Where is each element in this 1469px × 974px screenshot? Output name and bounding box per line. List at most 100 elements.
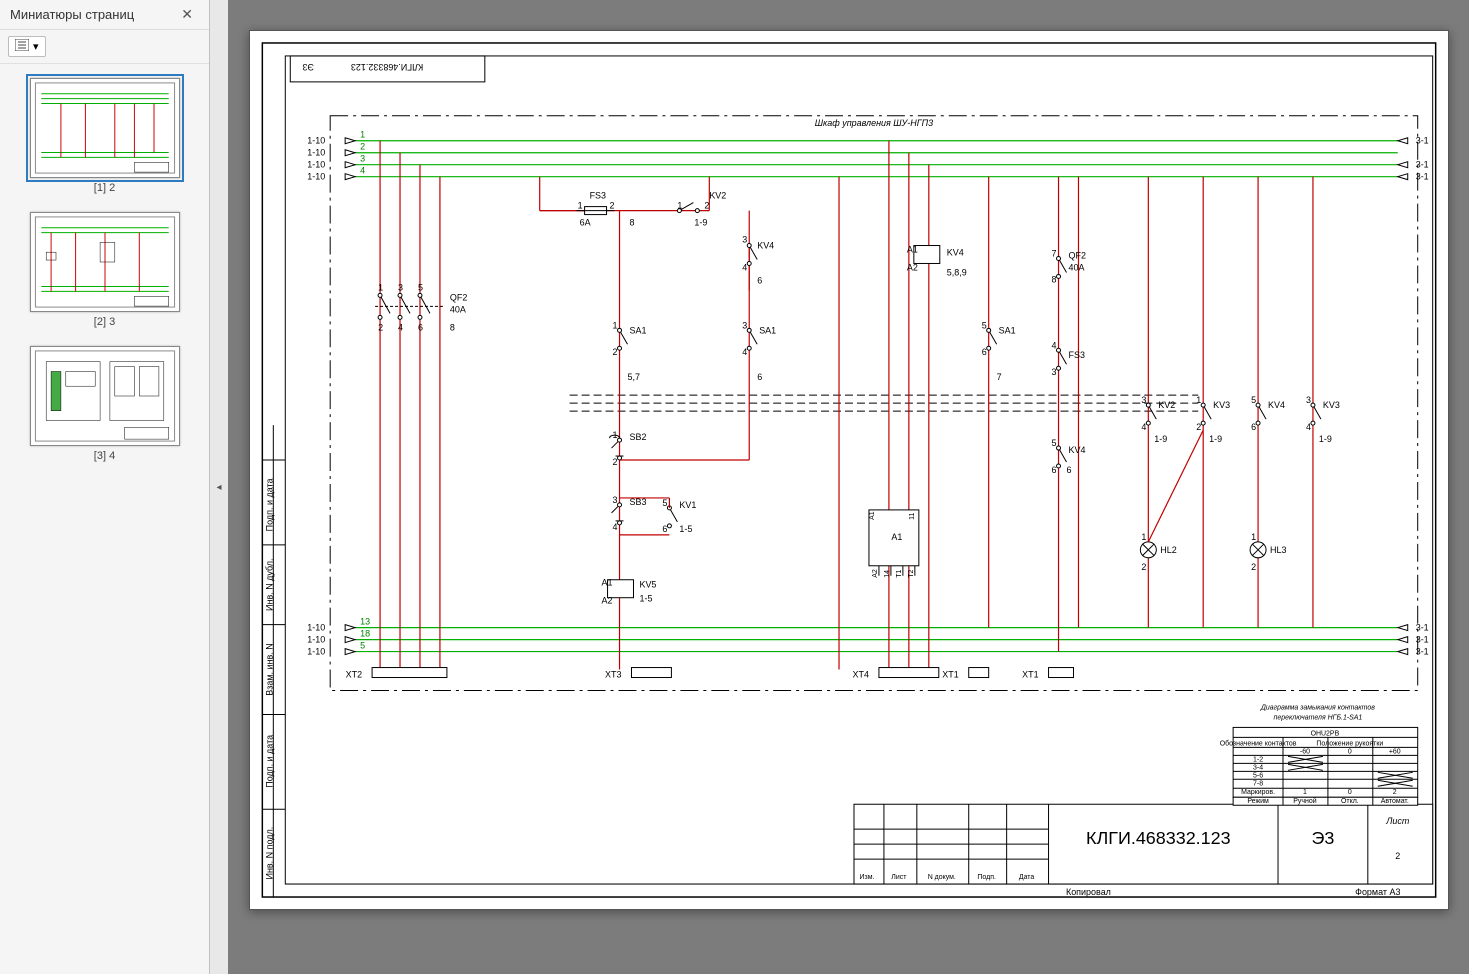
svg-text:-60: -60 <box>1299 748 1309 755</box>
terminal-xt1a: XT1 <box>942 670 958 680</box>
terminal-xt3: XT3 <box>605 670 621 680</box>
svg-text:3: 3 <box>360 154 365 164</box>
svg-text:11: 11 <box>908 513 915 520</box>
svg-text:2: 2 <box>612 347 617 357</box>
svg-text:4: 4 <box>742 347 747 357</box>
svg-text:14: 14 <box>883 570 890 578</box>
svg-text:7: 7 <box>996 372 1001 382</box>
list-icon <box>15 39 29 54</box>
svg-text:3-1: 3-1 <box>1415 623 1428 633</box>
svg-text:2: 2 <box>1141 562 1146 572</box>
svg-text:3: 3 <box>612 495 617 505</box>
svg-text:1: 1 <box>612 430 617 440</box>
svg-text:4: 4 <box>1305 422 1310 432</box>
copy-label: Копировал <box>1065 887 1110 897</box>
terminal-xt2: XT2 <box>345 670 361 680</box>
svg-text:0: 0 <box>1347 748 1351 755</box>
comp-sb2: SB2 <box>629 432 646 442</box>
format-label: Формат А3 <box>1355 887 1400 897</box>
bus-arrow <box>345 138 355 144</box>
comp-qf2: QF2 <box>449 292 466 302</box>
comp-kv1: KV1 <box>679 500 696 510</box>
svg-text:1-10: 1-10 <box>307 148 325 158</box>
options-button[interactable]: ▾ <box>8 36 46 57</box>
diagram-note: Диаграмма замыкания контактов <box>1259 704 1374 711</box>
svg-text:6A: 6A <box>579 218 590 228</box>
chevron-down-icon: ▾ <box>33 40 39 53</box>
sidebar-collapse-handle[interactable]: ◂ <box>210 0 228 974</box>
svg-text:T1: T1 <box>895 569 902 577</box>
svg-text:+60: +60 <box>1388 748 1400 755</box>
svg-text:5,7: 5,7 <box>627 372 639 382</box>
svg-text:1: 1 <box>360 130 365 140</box>
svg-text:6: 6 <box>1066 465 1071 475</box>
svg-text:3-1: 3-1 <box>1415 172 1428 182</box>
svg-text:6: 6 <box>757 275 762 285</box>
doc-number: КЛГИ.468332.123 <box>1086 828 1231 848</box>
comp-kv4c: KV4 <box>1268 400 1285 410</box>
svg-text:3: 3 <box>398 282 403 292</box>
svg-text:1-9: 1-9 <box>1209 434 1222 444</box>
svg-text:5: 5 <box>360 641 365 651</box>
side-col: Подп. и дата <box>264 478 274 531</box>
comp-sa1: SA1 <box>629 325 646 335</box>
svg-text:3-1: 3-1 <box>1415 635 1428 645</box>
svg-text:Взам. инв. N: Взам. инв. N <box>264 643 274 695</box>
thumbnail-list: [1] 2 [2] 3 <box>0 64 209 974</box>
svg-text:5: 5 <box>1051 438 1056 448</box>
svg-text:Инв. N дубл.: Инв. N дубл. <box>264 559 274 611</box>
svg-text:4: 4 <box>1051 340 1056 350</box>
svg-text:SA1: SA1 <box>998 325 1015 335</box>
comp-kv2c: KV2 <box>1158 400 1175 410</box>
svg-text:Подп.: Подп. <box>977 874 996 881</box>
doc-number-top: КЛГИ.468332.123 <box>350 62 422 72</box>
svg-text:5: 5 <box>417 282 422 292</box>
svg-text:Ручной: Ручной <box>1293 797 1316 805</box>
comp-fs3r: FS3 <box>1068 350 1084 360</box>
svg-text:3-4: 3-4 <box>1253 764 1263 771</box>
svg-text:1-2: 1-2 <box>1253 756 1263 763</box>
svg-text:5: 5 <box>662 498 667 508</box>
svg-text:2: 2 <box>378 322 383 332</box>
bus-right-label: 3-1 <box>1415 136 1428 146</box>
svg-text:40A: 40A <box>449 304 465 314</box>
thumbnail-sidebar: Миниатюры страниц ✕ ▾ [1] 2 <box>0 0 210 974</box>
svg-text:Подп. и дата: Подп. и дата <box>264 735 274 788</box>
thumbnail[interactable]: [2] 3 <box>30 212 180 328</box>
thumbnail-image <box>30 78 180 178</box>
sheet-label: Лист <box>1385 816 1410 826</box>
sidebar-tools: ▾ <box>0 30 209 64</box>
svg-text:5: 5 <box>981 320 986 330</box>
doc-type-top: Э3 <box>302 62 313 72</box>
chevron-left-icon: ◂ <box>216 482 221 493</box>
svg-text:4: 4 <box>612 522 617 532</box>
thumbnail-image <box>30 212 180 312</box>
svg-text:1-10: 1-10 <box>307 635 325 645</box>
comp-kv5: KV5 <box>639 580 656 590</box>
svg-text:Режим: Режим <box>1247 798 1269 805</box>
document-viewer[interactable]: КЛГИ.468332.123 Э3 Шкаф управления ШУ-НГ… <box>228 0 1469 974</box>
thumbnail-label: [3] 4 <box>94 450 115 462</box>
svg-text:2: 2 <box>609 201 614 211</box>
svg-text:1-9: 1-9 <box>1318 434 1331 444</box>
svg-text:КЛГИ.468332.123: КЛГИ.468332.123 <box>350 62 422 72</box>
table-hdr1: ОНU2РВ <box>1310 730 1339 737</box>
svg-text:A2: A2 <box>871 569 878 578</box>
close-icon[interactable]: ✕ <box>175 4 199 25</box>
thumbnail[interactable]: [3] 4 <box>30 346 180 462</box>
svg-text:5-6: 5-6 <box>1253 772 1263 779</box>
svg-text:4: 4 <box>360 166 365 176</box>
comp-kv2: KV2 <box>709 191 726 201</box>
svg-text:7: 7 <box>1051 248 1056 258</box>
comp-hl3: HL3 <box>1270 545 1286 555</box>
svg-text:6: 6 <box>1051 465 1056 475</box>
thumbnail[interactable]: [1] 2 <box>30 78 180 194</box>
svg-text:1: 1 <box>378 282 383 292</box>
thumbnail-image <box>30 346 180 446</box>
comp-fs3: FS3 <box>589 191 605 201</box>
svg-text:1-10: 1-10 <box>307 647 325 657</box>
svg-text:A2: A2 <box>906 262 917 272</box>
svg-text:1: 1 <box>577 201 582 211</box>
sheet-number: 2 <box>1395 851 1400 861</box>
svg-text:3: 3 <box>1051 367 1056 377</box>
